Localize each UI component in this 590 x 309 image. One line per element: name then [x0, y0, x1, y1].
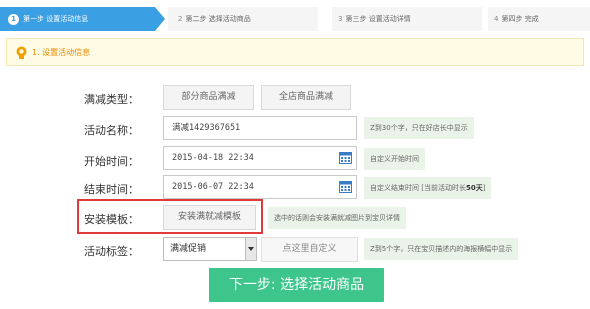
highlight-box: [77, 199, 263, 234]
end-time-input[interactable]: 2015-06-07 22:34: [163, 175, 357, 199]
lightbulb-icon: [16, 46, 27, 59]
type-option-store[interactable]: 全店商品满减: [261, 85, 351, 110]
step-3-number: 3: [338, 15, 343, 23]
step-1: 1 第一步 设置活动信息: [0, 7, 155, 31]
end-hint-days: 50天: [465, 184, 483, 192]
step-4-label: 第四步 完成: [501, 15, 539, 23]
step-4: 4 第四步 完成: [488, 7, 590, 31]
step-2: 2 第二步 选择活动商品: [168, 7, 318, 31]
tag-hint: Z到5个字，只在宝贝描述内的海报横幅中显示: [364, 238, 519, 260]
name-input[interactable]: 满减1429367651: [163, 116, 357, 140]
type-label: 满减类型：: [84, 93, 139, 106]
step-3-label: 第三步 设置活动详情: [345, 15, 411, 23]
tag-custom-button[interactable]: 点这里自定义: [261, 237, 358, 262]
start-label: 开始时间：: [84, 155, 139, 168]
step-3: 3 第三步 设置活动详情: [332, 7, 482, 31]
step-1-number: 1: [8, 14, 19, 25]
calendar-icon[interactable]: [339, 151, 352, 164]
step-1-label: 第一步 设置活动信息: [23, 15, 89, 23]
name-hint: Z到30个字，只在好店长中显示: [364, 117, 474, 139]
template-hint: 选中的话则会安装满就减图片到宝贝详情: [268, 207, 406, 229]
step-1-arrow: [155, 7, 165, 31]
name-label: 活动名称：: [84, 124, 139, 137]
end-hint: 自定义结束时间 [当前活动时长50天]: [364, 177, 492, 199]
start-hint: 自定义开始时间: [364, 148, 425, 170]
section-title: 1. 设置活动信息: [32, 48, 91, 57]
step-bar: 1 第一步 设置活动信息 2 第二步 选择活动商品 3 第三步 设置活动详情 4 第四步…: [0, 7, 590, 31]
calendar-icon[interactable]: [339, 180, 352, 193]
tag-select[interactable]: 满减促销: [163, 237, 257, 261]
start-time-input[interactable]: 2015-04-18 22:34: [163, 146, 357, 170]
tag-select-value: 满减促销: [170, 244, 207, 254]
end-hint-close: ]: [482, 184, 486, 192]
section-header: 1. 设置活动信息: [6, 38, 584, 66]
type-option-partial[interactable]: 部分商品满减: [163, 85, 254, 110]
end-hint-text: 自定义结束时间 [当前活动时长: [370, 184, 466, 192]
end-label: 结束时间：: [84, 183, 139, 196]
step-2-number: 2: [178, 15, 183, 23]
chevron-down-icon[interactable]: [245, 238, 256, 260]
tag-label: 活动标签：: [84, 245, 139, 258]
next-step-button[interactable]: 下一步: 选择活动商品: [209, 268, 384, 302]
step-2-label: 第二步 选择活动商品: [185, 15, 251, 23]
step-4-number: 4: [494, 15, 499, 23]
